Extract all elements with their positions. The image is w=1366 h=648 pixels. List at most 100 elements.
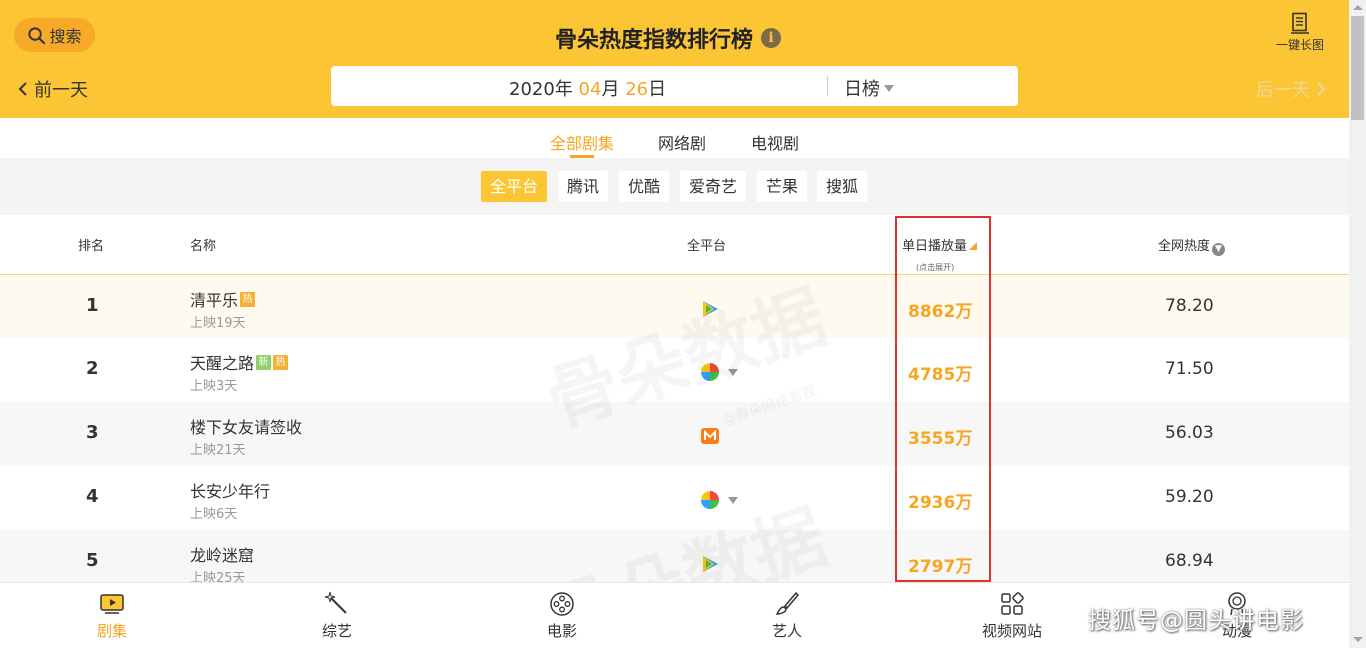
hot-badge: 热 [273, 354, 289, 370]
row-platform[interactable] [700, 426, 720, 446]
search-button[interactable]: 搜索 [14, 18, 95, 52]
next-day-button[interactable]: 后一天 [1256, 76, 1326, 102]
multi-platform-icon [701, 363, 719, 381]
row-title[interactable]: 龙岭迷窟 [190, 542, 254, 566]
tab-all-series[interactable]: 全部剧集 [550, 130, 614, 154]
rank-type-dropdown[interactable]: 日榜 [844, 75, 894, 101]
nav-artist-label: 艺人 [771, 622, 802, 640]
row-rank: 3 [86, 422, 99, 443]
platform-tencent[interactable]: 腾讯 [558, 171, 609, 202]
page-title: 骨朵热度指数排行榜 i [555, 22, 782, 54]
row-daily-plays: 2797万 [908, 557, 973, 577]
chevron-left-icon [18, 82, 27, 96]
scroll-down-arrow-icon[interactable] [1353, 637, 1363, 642]
prev-day-button[interactable]: 前一天 [18, 76, 88, 102]
scroll-up-arrow-icon[interactable] [1353, 5, 1363, 10]
row-platform[interactable] [700, 299, 720, 319]
col-rank: 排名 [78, 239, 105, 254]
header-bar: 搜索 骨朵热度指数排行榜 i 一键长图 前一天 2020年 04月 26日 日榜… [0, 0, 1349, 118]
tab-tv-series[interactable]: 电视剧 [751, 130, 799, 154]
nav-video-sites[interactable]: 视频网站 [967, 591, 1057, 641]
caret-down-icon[interactable] [728, 496, 738, 504]
row-title-text: 楼下女友请签收 [190, 418, 303, 437]
row-title-text: 龙岭迷窟 [190, 546, 255, 565]
platform-sohu[interactable]: 搜狐 [817, 171, 868, 202]
nav-anime[interactable]: 动漫 [1192, 591, 1282, 641]
tencent-video-icon [703, 556, 718, 572]
date-divider [827, 76, 828, 96]
next-day-label: 后一天 [1256, 80, 1310, 101]
table-row[interactable]: 1 清平乐热 上映19天 8862万 78.20 [0, 275, 1349, 339]
prev-day-label: 前一天 [34, 80, 88, 101]
long-image-button[interactable]: 一键长图 [1268, 12, 1332, 53]
category-tabs: 全部剧集 网络剧 电视剧 [0, 118, 1349, 158]
search-label: 搜索 [49, 27, 82, 46]
row-title[interactable]: 楼下女友请签收 [190, 414, 302, 438]
table-row[interactable]: 4 长安少年行 上映6天 2936万 59.20 [0, 466, 1349, 530]
nav-series[interactable]: 剧集 [67, 591, 157, 641]
magic-wand-icon [324, 591, 347, 614]
table-row[interactable]: 3 楼下女友请签收 上映21天 3555万 56.03 [0, 402, 1349, 466]
row-heat: 68.94 [1165, 551, 1214, 571]
row-daily-plays: 3555万 [908, 429, 973, 449]
mango-tv-icon [701, 428, 719, 444]
caret-down-icon[interactable] [728, 368, 738, 376]
film-reel-icon [550, 592, 574, 616]
nav-movie[interactable]: 电影 [517, 591, 607, 641]
col-heat[interactable]: 全网热度 ▼ [1158, 235, 1226, 256]
platform-filter-bar: 全平台 腾讯 优酷 爱奇艺 芒果 搜狐 [0, 158, 1349, 215]
info-icon[interactable]: i [761, 28, 782, 48]
table-row[interactable]: 2 天醒之路新热 上映3天 4785万 71.50 [0, 338, 1349, 402]
col-daily-plays-hint: (点击展开) [916, 263, 955, 272]
platform-all[interactable]: 全平台 [481, 171, 548, 202]
row-rank: 1 [86, 295, 99, 316]
row-daily-plays: 2936万 [908, 493, 973, 513]
document-icon [1291, 12, 1309, 34]
cartoon-icon [1228, 592, 1246, 616]
date-month-unit: 月 [601, 79, 620, 100]
row-platform[interactable] [700, 362, 738, 382]
row-heat: 59.20 [1165, 487, 1214, 507]
date-display[interactable]: 2020年 04月 26日 [509, 75, 666, 101]
nav-movie-label: 电影 [546, 622, 577, 640]
platform-iqiyi[interactable]: 爱奇艺 [680, 171, 747, 202]
row-platform[interactable] [700, 490, 738, 510]
nav-series-label: 剧集 [96, 622, 127, 640]
row-rank: 5 [86, 550, 99, 571]
nav-anime-label: 动漫 [1221, 622, 1252, 640]
sort-indicator-icon [969, 242, 978, 250]
nav-artist[interactable]: 艺人 [742, 591, 832, 641]
row-title[interactable]: 天醒之路新热 [190, 350, 289, 374]
date-day-unit: 日 [648, 79, 667, 100]
row-platform[interactable] [700, 554, 720, 574]
date-year-unit: 年 [554, 79, 573, 100]
scrollbar-thumb[interactable] [1351, 16, 1364, 120]
bottom-nav: 剧集 综艺 电影 艺人 视频网站 动漫 [0, 582, 1349, 648]
row-heat: 56.03 [1165, 423, 1214, 443]
new-badge: 新 [256, 354, 272, 370]
platform-mango[interactable]: 芒果 [757, 171, 808, 202]
row-title-text: 长安少年行 [190, 482, 271, 501]
date-day: 26 [625, 79, 649, 100]
row-days-released: 上映21天 [190, 443, 246, 458]
row-title[interactable]: 清平乐热 [190, 287, 256, 311]
platform-youku[interactable]: 优酷 [619, 171, 670, 202]
tab-web-series[interactable]: 网络剧 [658, 130, 706, 154]
row-rank: 2 [86, 358, 99, 379]
nav-variety[interactable]: 综艺 [292, 591, 382, 641]
arrow-down-circle-icon: ▼ [1212, 243, 1226, 256]
row-daily-plays: 8862万 [908, 302, 973, 322]
page-title-text: 骨朵热度指数排行榜 [555, 28, 754, 53]
date-month: 04 [578, 79, 602, 100]
date-year: 2020 [509, 79, 555, 100]
long-image-label: 一键长图 [1275, 38, 1324, 52]
tencent-video-icon [703, 301, 718, 317]
row-daily-plays: 4785万 [908, 365, 973, 385]
table-row[interactable]: 5 龙岭迷窟 上映25天 2797万 68.94 [0, 530, 1349, 586]
col-daily-plays[interactable]: 单日播放量 [902, 235, 978, 254]
date-selector[interactable]: 2020年 04月 26日 日榜 [331, 66, 1018, 106]
hot-badge: 热 [240, 291, 256, 307]
row-heat: 71.50 [1165, 359, 1214, 379]
row-days-released: 上映19天 [190, 316, 246, 331]
row-title[interactable]: 长安少年行 [190, 478, 270, 502]
